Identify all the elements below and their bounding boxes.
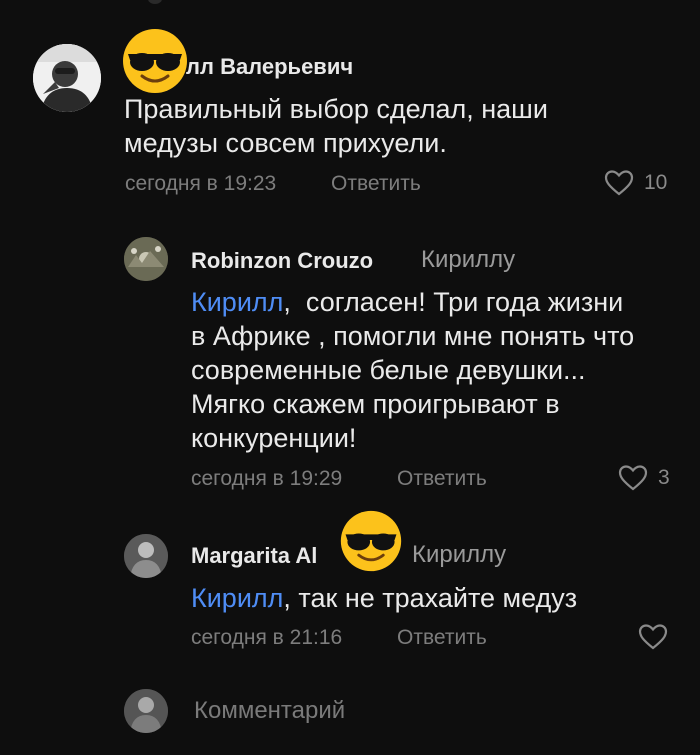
sunglasses-emoji-icon xyxy=(338,508,404,579)
comment-text-line: Мягко скажем проигрывают в xyxy=(191,389,560,419)
reply-to-label[interactable]: Кириллу xyxy=(412,541,506,569)
comment-text-line: в Африке , помогли мне понять что xyxy=(191,321,635,351)
comment-text-fragment: , так не трахайте медуз xyxy=(283,583,578,613)
avatar-photo-icon xyxy=(124,237,168,281)
avatar[interactable] xyxy=(33,44,101,112)
avatar-photo-icon xyxy=(124,534,168,578)
like-button[interactable] xyxy=(638,623,678,650)
avatar-photo-icon xyxy=(33,44,101,112)
like-button[interactable]: 3 xyxy=(618,464,670,491)
reply-button[interactable]: Ответить xyxy=(397,626,487,650)
avatar[interactable] xyxy=(124,237,168,281)
comment-text-line: Правильный выбор сделал, наши xyxy=(124,94,548,124)
heart-icon xyxy=(618,465,648,491)
comment-text-line: современные белые девушки... xyxy=(191,355,586,385)
avatar-photo-icon xyxy=(124,689,168,733)
comment-text-line: Кирилл, согласен! Три года жизни xyxy=(191,285,634,319)
mention-link[interactable]: Кирилл xyxy=(191,287,283,317)
comment-text-line: конкуренции! xyxy=(191,423,357,453)
comment-timestamp: сегодня в 19:29 xyxy=(191,467,343,490)
comment-text-fragment: , согласен! Три года жизни xyxy=(283,287,624,317)
reply-button[interactable]: Ответить xyxy=(397,467,487,491)
like-button[interactable]: 10 xyxy=(604,169,667,196)
comment-author[interactable]: Margarita Al xyxy=(191,543,317,569)
heart-icon xyxy=(638,624,668,650)
comment-input[interactable]: Комментарий xyxy=(194,697,345,725)
sunglasses-emoji-icon xyxy=(120,26,190,101)
heart-icon xyxy=(604,170,634,196)
reply-to-label[interactable]: Кириллу xyxy=(421,246,515,274)
avatar xyxy=(124,689,168,733)
like-count: 3 xyxy=(658,465,670,489)
mention-link[interactable]: Кирилл xyxy=(191,583,283,613)
comment-author[interactable]: лл Валерьевич xyxy=(186,54,353,80)
reply-button[interactable]: Ответить xyxy=(331,172,421,196)
previous-item-edge xyxy=(148,0,162,4)
like-count: 10 xyxy=(644,170,668,194)
comment-timestamp: сегодня в 19:23 xyxy=(125,172,277,195)
comment-text-line: Кирилл, так не трахайте медуз xyxy=(191,581,577,615)
comment-text: Кирилл, так не трахайте медуз xyxy=(191,581,577,615)
comment-text: Кирилл, согласен! Три года жизни в Африк… xyxy=(191,285,634,455)
comment-author[interactable]: Robinzon Crouzo xyxy=(191,248,373,274)
comment-text-line: медузы совсем прихуели. xyxy=(124,128,447,158)
avatar[interactable] xyxy=(124,534,168,578)
comment-text: Правильный выбор сделал, наши медузы сов… xyxy=(124,92,548,160)
comment-timestamp: сегодня в 21:16 xyxy=(191,626,343,649)
